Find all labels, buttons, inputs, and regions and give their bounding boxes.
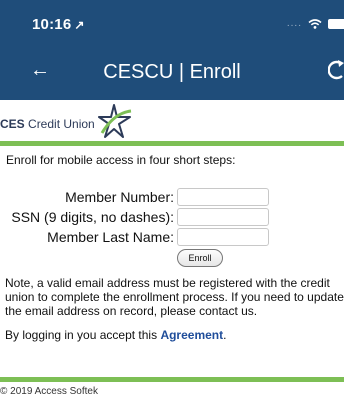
ssn-input[interactable] <box>177 208 269 226</box>
member-number-row: Member Number: <box>0 188 344 207</box>
divider-top <box>0 141 344 146</box>
last-name-label: Member Last Name: <box>47 229 174 245</box>
enroll-button[interactable]: Enroll <box>177 249 223 267</box>
ssn-row: SSN (9 digits, no dashes): <box>0 208 344 227</box>
logo-prefix: CES <box>0 117 25 131</box>
agreement-text: By logging in you accept this Agreement. <box>5 328 226 342</box>
status-bar-time: 10:16 ↗ <box>32 16 85 33</box>
logo-text: CES Credit Union <box>0 117 95 131</box>
divider-bottom <box>0 377 344 382</box>
agreement-prefix: By logging in you accept this <box>5 328 161 342</box>
status-time-text: 10:16 <box>32 16 72 33</box>
location-arrow-icon: ↗ <box>74 18 85 32</box>
page-title: CESCU | Enroll <box>103 61 241 83</box>
app-header: 10:16 ↗ .... ← CESCU | Enroll <box>0 0 344 100</box>
refresh-icon[interactable] <box>328 59 344 81</box>
star-logo-icon <box>98 104 132 138</box>
ssn-label: SSN (9 digits, no dashes): <box>11 209 174 225</box>
copyright-footer: © 2019 Access Softek <box>0 386 98 396</box>
email-note: Note, a valid email address must be regi… <box>5 276 344 318</box>
wifi-icon <box>308 18 322 29</box>
logo-name: Credit Union <box>24 117 95 131</box>
intro-text: Enroll for mobile access in four short s… <box>6 153 236 167</box>
agreement-link[interactable]: Agreement <box>160 328 223 342</box>
last-name-input[interactable] <box>177 228 269 246</box>
battery-icon <box>328 18 344 29</box>
signal-strength-dots: .... <box>286 18 302 29</box>
agreement-suffix: . <box>223 328 227 342</box>
status-bar-indicators: .... <box>287 18 344 29</box>
member-number-label: Member Number: <box>65 189 174 205</box>
last-name-row: Member Last Name: <box>0 228 344 247</box>
member-number-input[interactable] <box>177 188 269 206</box>
credit-union-logo: CES Credit Union <box>0 103 160 139</box>
